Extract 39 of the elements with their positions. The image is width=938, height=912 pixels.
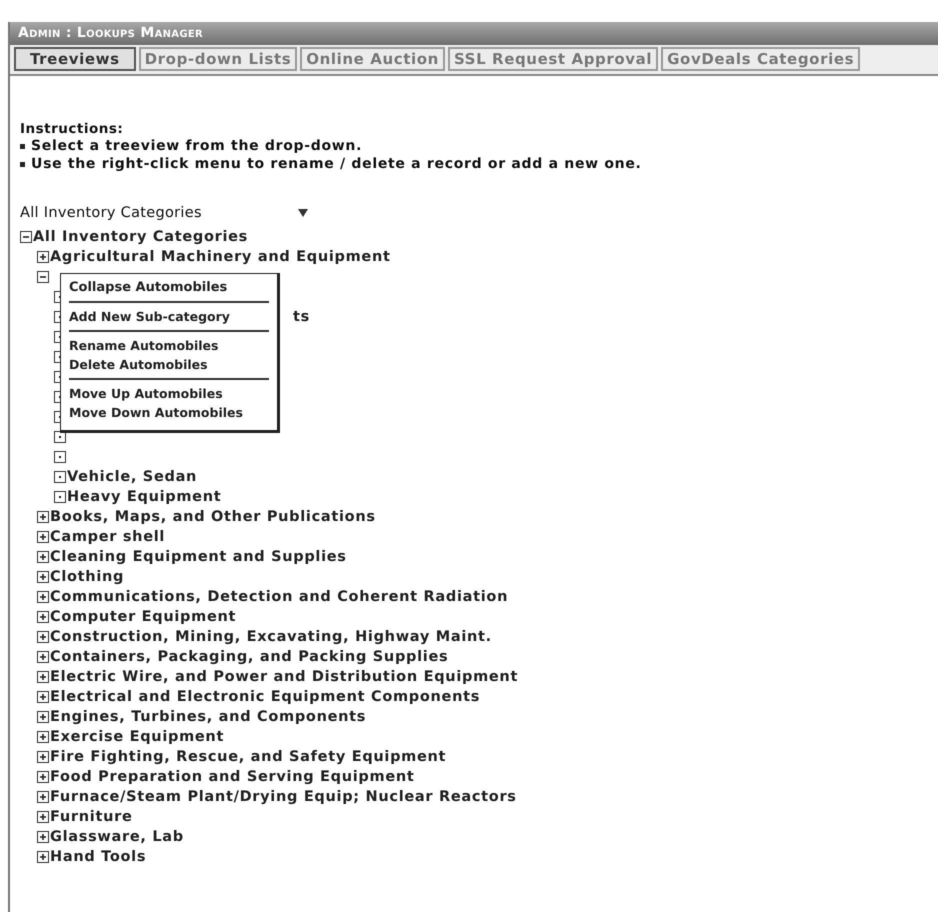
tree-item[interactable]: Clothing [50, 569, 124, 585]
menu-item[interactable]: Add New Sub-category [69, 307, 230, 326]
menu-item[interactable]: Delete Automobiles [69, 355, 208, 374]
tree-item[interactable]: Communications, Detection and Coherent Radiation [50, 589, 508, 605]
tab[interactable]: GovDeals Categories [661, 47, 860, 71]
tree-item[interactable]: Electrical and Electronic Equipment Components [50, 689, 480, 705]
instruction-text: Use the right-click menu to rename / delete a record or add a new one. [31, 155, 642, 173]
instruction-text: Select a treeview from the drop-down. [31, 137, 362, 155]
tree-item[interactable]: Books, Maps, and Other Publications [50, 509, 376, 525]
tab[interactable]: Drop-down Lists [138, 47, 298, 71]
tree-item[interactable]: Fire Fighting, Rescue, and Safety Equipment [50, 749, 446, 765]
tree-item-label[interactable]: ts [293, 309, 310, 325]
tree-item[interactable]: Construction, Mining, Excavating, Highway Maint. [50, 629, 492, 645]
tree-item[interactable]: Food Preparation and Serving Equipment [50, 769, 415, 785]
instructions-heading: Instructions: [20, 121, 124, 137]
tree-item[interactable]: All Inventory Categories [33, 229, 248, 245]
menu-item[interactable]: Move Down Automobiles [69, 403, 243, 422]
tree-item[interactable]: Furnace/Steam Plant/Drying Equip; Nuclear Reactors [50, 789, 517, 805]
tree-item[interactable]: Engines, Turbines, and Components [50, 709, 366, 725]
tree-item[interactable]: Hand Tools [50, 849, 146, 865]
tree-item[interactable]: Camper shell [50, 529, 166, 545]
panel-title: Admin : Lookups Manager [10, 22, 938, 45]
tree-item[interactable]: Containers, Packaging, and Packing Supplies [50, 649, 448, 665]
tab[interactable]: SSL Request Approval [448, 47, 658, 71]
tree-item[interactable]: Heavy Equipment [67, 489, 222, 505]
tree-item[interactable]: Glassware, Lab [50, 829, 184, 845]
tree-item[interactable]: Agricultural Machinery and Equipment [50, 249, 391, 265]
tab[interactable]: Online Auction [300, 47, 445, 71]
tree-item[interactable]: Computer Equipment [50, 609, 236, 625]
tab[interactable]: Treeviews [14, 47, 136, 71]
tree-item[interactable]: Furniture [50, 809, 132, 825]
tree-item[interactable]: Exercise Equipment [50, 729, 224, 745]
tree-item[interactable]: Cleaning Equipment and Supplies [50, 549, 347, 565]
menu-item[interactable]: Rename Automobiles [69, 336, 218, 355]
treeview-dropdown[interactable]: All Inventory Categories [20, 205, 308, 221]
tree-item[interactable]: Vehicle, Sedan [67, 469, 198, 485]
menu-item[interactable]: Collapse Automobiles [69, 278, 228, 297]
menu-item[interactable]: Move Up Automobiles [69, 384, 223, 403]
tree-item[interactable]: Electric Wire, and Power and Distribution Equipment [50, 669, 518, 685]
